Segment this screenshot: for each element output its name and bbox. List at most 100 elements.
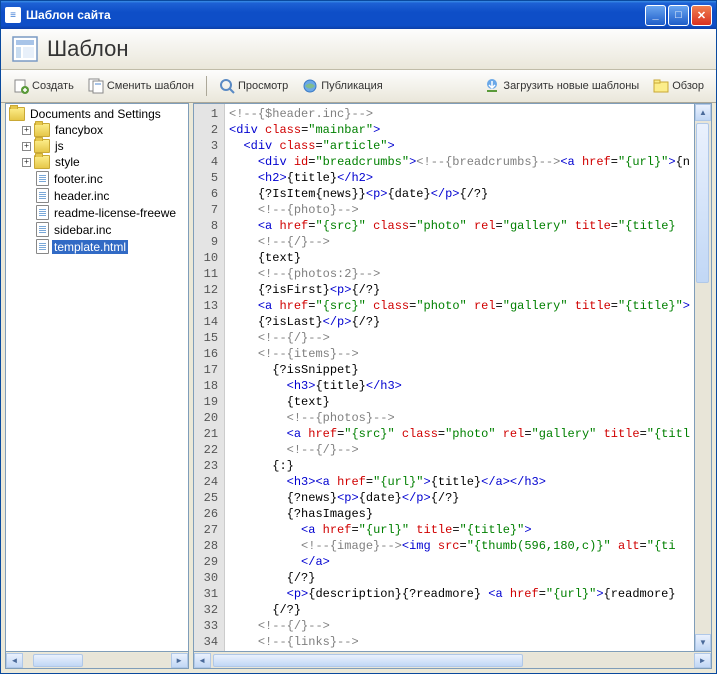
sidebar-hscrollbar[interactable]: ◄ ►	[5, 652, 189, 669]
code-line[interactable]: <a href="{src}" class="photo" rel="galle…	[229, 298, 690, 314]
scroll-thumb[interactable]	[213, 654, 523, 667]
code-line[interactable]: {/?}	[229, 602, 690, 618]
tree-item-label: sidebar.inc	[52, 223, 113, 237]
code-line[interactable]: <div class="mainbar">	[229, 122, 690, 138]
code-line[interactable]: </a>	[229, 554, 690, 570]
code-line[interactable]: {?isFirst}<p>{/?}	[229, 282, 690, 298]
browse-button[interactable]: Обзор	[647, 74, 710, 98]
code-line[interactable]: <div class="article">	[229, 138, 690, 154]
line-number: 7	[204, 202, 218, 218]
code-line[interactable]: <h3>{title}</h3>	[229, 378, 690, 394]
scroll-left-button[interactable]: ◄	[194, 653, 211, 668]
maximize-button[interactable]: □	[668, 5, 689, 26]
tree-file[interactable]: readme-license-freewe	[6, 204, 188, 221]
tree-item-label: js	[53, 139, 66, 153]
tree-folder[interactable]: + js	[6, 138, 188, 154]
expand-icon[interactable]: +	[22, 126, 31, 135]
file-tree[interactable]: Documents and Settings+fancybox+js+style…	[5, 103, 189, 652]
code-line[interactable]: <!--{/}-->	[229, 618, 690, 634]
code-line[interactable]: <!--{photos:2}-->	[229, 266, 690, 282]
line-number: 34	[204, 634, 218, 650]
preview-button[interactable]: Просмотр	[213, 74, 294, 98]
scroll-left-button[interactable]: ◄	[6, 653, 23, 668]
tree-file[interactable]: footer.inc	[6, 170, 188, 187]
line-number: 14	[204, 314, 218, 330]
expand-icon[interactable]: +	[22, 158, 31, 167]
code-line[interactable]: <!--{photo}-->	[229, 202, 690, 218]
scroll-thumb[interactable]	[696, 123, 709, 283]
code-line[interactable]: <!--{$header.inc}-->	[229, 106, 690, 122]
app-icon: ≡	[5, 7, 21, 23]
tree-folder[interactable]: +fancybox	[6, 122, 188, 138]
tree-root[interactable]: Documents and Settings	[6, 106, 188, 122]
code-line[interactable]: <!--{/}-->	[229, 330, 690, 346]
tree-file[interactable]: header.inc	[6, 187, 188, 204]
expand-icon[interactable]: +	[22, 142, 31, 151]
tree-folder[interactable]: +style	[6, 154, 188, 170]
line-number: 22	[204, 442, 218, 458]
line-number: 4	[204, 154, 218, 170]
code-editor[interactable]: 1234567891011121314151617181920212223242…	[193, 103, 695, 652]
tree-file[interactable]: template.html	[6, 238, 188, 255]
code-line[interactable]: {/?}	[229, 570, 690, 586]
file-icon	[36, 222, 49, 237]
titlebar[interactable]: ≡ Шаблон сайта _ □ ✕	[1, 1, 716, 29]
code-line[interactable]: <h3><a href="{url}">{title}</a></h3>	[229, 474, 690, 490]
code-line[interactable]: {?IsItem{news}}<p>{date}</p>{/?}	[229, 186, 690, 202]
tree-item-label: readme-license-freewe	[52, 206, 178, 220]
code-line[interactable]: {?hasImages}	[229, 506, 690, 522]
change-template-button[interactable]: Сменить шаблон	[82, 74, 200, 98]
code-line[interactable]: <p>{description}{?readmore} <a href="{ur…	[229, 586, 690, 602]
code-line[interactable]: <!--{image}--><img src="{thumb(596,180,c…	[229, 538, 690, 554]
line-number: 17	[204, 362, 218, 378]
line-gutter: 1234567891011121314151617181920212223242…	[194, 104, 225, 651]
code-line[interactable]: <!--{links}-->	[229, 634, 690, 650]
line-number: 2	[204, 122, 218, 138]
code-line[interactable]: <!--{/}-->	[229, 442, 690, 458]
line-number: 27	[204, 522, 218, 538]
app-window: ≡ Шаблон сайта _ □ ✕ Шаблон Создать Смен…	[0, 0, 717, 674]
code-line[interactable]: {text}	[229, 250, 690, 266]
scroll-down-button[interactable]: ▼	[695, 634, 711, 651]
line-number: 10	[204, 250, 218, 266]
code-line[interactable]: <div id="breadcrumbs"><!--{breadcrumbs}-…	[229, 154, 690, 170]
browse-icon	[653, 78, 669, 94]
code-line[interactable]: {?isLast}</p>{/?}	[229, 314, 690, 330]
tree-file[interactable]: sidebar.inc	[6, 221, 188, 238]
tree-item-label: header.inc	[52, 189, 111, 203]
download-templates-button[interactable]: Загрузить новые шаблоны	[478, 74, 645, 98]
line-number: 1	[204, 106, 218, 122]
code-line[interactable]: <a href="{url}" title="{title}">	[229, 522, 690, 538]
publish-icon	[302, 78, 318, 94]
code-line[interactable]: <h2>{title}</h2>	[229, 170, 690, 186]
code-line[interactable]: <!--{/}-->	[229, 234, 690, 250]
editor-hscrollbar[interactable]: ◄ ►	[193, 652, 712, 669]
scroll-right-button[interactable]: ►	[694, 653, 711, 668]
editor-vscrollbar[interactable]: ▲ ▼	[695, 103, 712, 652]
code-line[interactable]: {:}	[229, 458, 690, 474]
code-line[interactable]: {?isSnippet}	[229, 362, 690, 378]
code-line[interactable]: <a href="{src}" class="photo" rel="galle…	[229, 218, 690, 234]
code-line[interactable]: <!--{items}-->	[229, 346, 690, 362]
scroll-up-button[interactable]: ▲	[695, 104, 711, 121]
line-number: 32	[204, 602, 218, 618]
code-line[interactable]: <!--{photos}-->	[229, 410, 690, 426]
line-number: 5	[204, 170, 218, 186]
scroll-thumb[interactable]	[33, 654, 83, 667]
editor-panel: 1234567891011121314151617181920212223242…	[193, 103, 712, 669]
code-content[interactable]: <!--{$header.inc}--><div class="mainbar"…	[225, 104, 694, 651]
publish-button[interactable]: Публикация	[296, 74, 388, 98]
window-title: Шаблон сайта	[26, 8, 645, 22]
header: Шаблон	[1, 29, 716, 70]
code-line[interactable]: <a href="{src}" class="photo" rel="galle…	[229, 426, 690, 442]
create-button[interactable]: Создать	[7, 74, 80, 98]
code-line[interactable]: {text}	[229, 394, 690, 410]
line-number: 9	[204, 234, 218, 250]
close-button[interactable]: ✕	[691, 5, 712, 26]
page-title: Шаблон	[47, 36, 128, 62]
code-line[interactable]: {?news}<p>{date}</p>{/?}	[229, 490, 690, 506]
minimize-button[interactable]: _	[645, 5, 666, 26]
line-number: 31	[204, 586, 218, 602]
line-number: 13	[204, 298, 218, 314]
scroll-right-button[interactable]: ►	[171, 653, 188, 668]
